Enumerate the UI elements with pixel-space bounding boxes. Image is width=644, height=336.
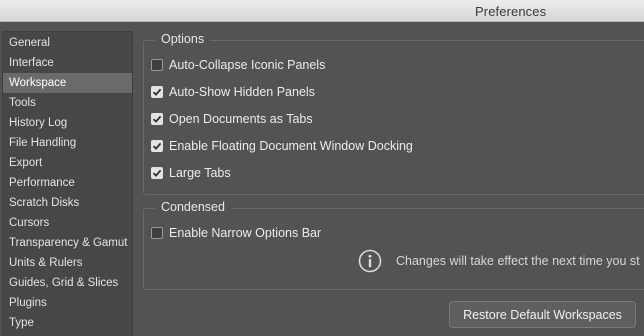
options-group: Options Auto-Collapse Iconic Panels Auto… <box>143 32 644 195</box>
sidebar-item-interface[interactable]: Interface <box>3 53 132 73</box>
sidebar-item-workspace[interactable]: Workspace <box>3 73 132 93</box>
sidebar-item-tools[interactable]: Tools <box>3 93 132 113</box>
restore-default-workspaces-button[interactable]: Restore Default Workspaces <box>449 301 636 328</box>
title-bar: Preferences <box>0 0 644 22</box>
sidebar-item-general[interactable]: General <box>3 33 132 53</box>
open-documents-as-tabs-option[interactable]: Open Documents as Tabs <box>151 111 313 127</box>
checkmark-icon <box>152 169 162 177</box>
window-title: Preferences <box>475 4 547 19</box>
enable-floating-document-window-docking-option[interactable]: Enable Floating Document Window Docking <box>151 138 413 154</box>
condensed-group: Condensed Enable Narrow Options Bar Chan… <box>143 200 644 290</box>
sidebar-item-type[interactable]: Type <box>3 313 132 333</box>
enable-narrow-options-bar-option[interactable]: Enable Narrow Options Bar <box>151 225 321 241</box>
sidebar-item-plugins[interactable]: Plugins <box>3 293 132 313</box>
sidebar-item-performance[interactable]: Performance <box>3 173 132 193</box>
checkbox[interactable] <box>151 227 163 239</box>
checkmark-icon <box>152 142 162 150</box>
checkbox[interactable] <box>151 59 163 71</box>
checkbox[interactable] <box>151 113 163 125</box>
checkbox-label: Open Documents as Tabs <box>169 112 313 126</box>
checkbox[interactable] <box>151 140 163 152</box>
sidebar-item-export[interactable]: Export <box>3 153 132 173</box>
restart-notice: Changes will take effect the next time y… <box>358 249 640 273</box>
sidebar-item-units-rulers[interactable]: Units & Rulers <box>3 253 132 273</box>
checkbox-label: Enable Narrow Options Bar <box>169 226 322 240</box>
checkbox-label: Large Tabs <box>169 166 231 180</box>
info-text: Changes will take effect the next time y… <box>396 254 640 268</box>
checkbox-label: Auto-Collapse Iconic Panels <box>169 58 326 72</box>
preferences-sidebar: General Interface Workspace Tools Histor… <box>2 31 133 336</box>
checkbox[interactable] <box>151 86 163 98</box>
auto-collapse-iconic-panels-option[interactable]: Auto-Collapse Iconic Panels <box>151 57 325 73</box>
sidebar-item-history-log[interactable]: History Log <box>3 113 132 133</box>
checkbox[interactable] <box>151 167 163 179</box>
sidebar-item-transparency-gamut[interactable]: Transparency & Gamut <box>3 233 132 253</box>
checkmark-icon <box>152 88 162 96</box>
sidebar-item-file-handling[interactable]: File Handling <box>3 133 132 153</box>
auto-show-hidden-panels-option[interactable]: Auto-Show Hidden Panels <box>151 84 315 100</box>
condensed-legend: Condensed <box>155 200 231 214</box>
checkmark-icon <box>152 115 162 123</box>
options-legend: Options <box>155 32 211 46</box>
checkbox-label: Auto-Show Hidden Panels <box>169 85 315 99</box>
sidebar-item-cursors[interactable]: Cursors <box>3 213 132 233</box>
sidebar-item-guides-grid-slices[interactable]: Guides, Grid & Slices <box>3 273 132 293</box>
checkbox-label: Enable Floating Document Window Docking <box>169 139 413 153</box>
sidebar-item-scratch-disks[interactable]: Scratch Disks <box>3 193 132 213</box>
large-tabs-option[interactable]: Large Tabs <box>151 165 231 181</box>
info-icon <box>358 249 382 273</box>
